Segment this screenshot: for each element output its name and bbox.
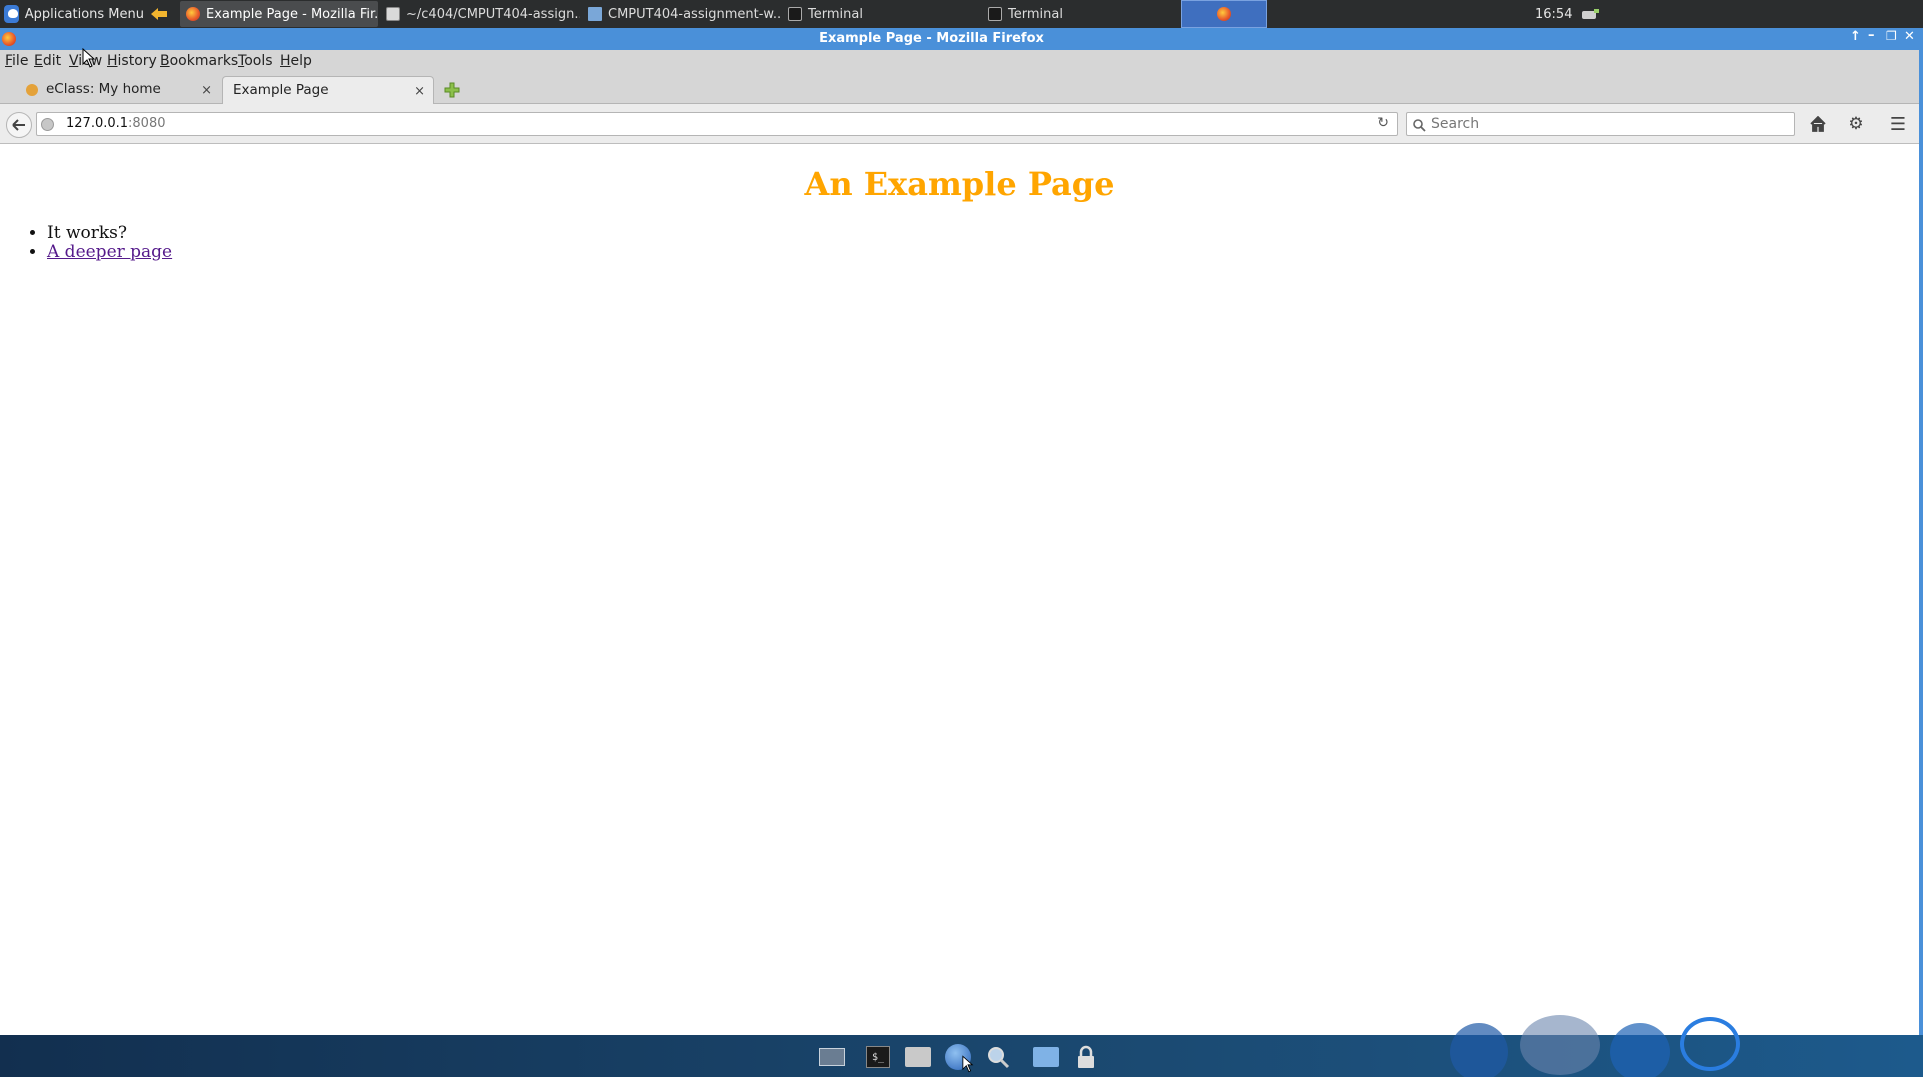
menu-bar: File Edit View History Bookmarks Tools H…	[0, 48, 1923, 72]
home-icon[interactable]	[1808, 114, 1828, 134]
workspace-switcher[interactable]	[1181, 0, 1267, 28]
menu-edit[interactable]: Edit	[34, 53, 61, 69]
hamburger-menu-icon[interactable]: ☰	[1888, 114, 1908, 135]
url-port: :8080	[128, 116, 166, 131]
firefox-icon	[1217, 7, 1231, 21]
gear-icon[interactable]: ⚙	[1846, 114, 1866, 134]
task-label: CMPUT404-assignment-w...	[608, 6, 780, 22]
bottom-dock: $_	[0, 1015, 1923, 1077]
url-bar[interactable]: 127.0.0.1:8080 ↻	[36, 112, 1398, 136]
task-text-editor[interactable]: ~/c404/CMPUT404-assign...	[380, 1, 580, 27]
navigation-bar: 127.0.0.1:8080 ↻ Search ⚙ ☰	[0, 104, 1923, 144]
terminal-icon[interactable]: $_	[864, 1043, 892, 1071]
page-content: An Example Page It works? A deeper page	[0, 145, 1919, 1035]
search-bar[interactable]: Search	[1406, 112, 1795, 136]
tab-example-page[interactable]: Example Page ×	[222, 76, 434, 104]
tab-label: Example Page	[233, 82, 329, 98]
menu-bookmarks[interactable]: Bookmarks	[160, 53, 238, 69]
tab-label: eClass: My home	[46, 81, 161, 97]
task-label: Example Page - Mozilla Fir...	[206, 6, 378, 22]
firefox-icon	[186, 7, 200, 21]
search-placeholder: Search	[1431, 116, 1480, 132]
task-file-manager[interactable]: CMPUT404-assignment-w...	[582, 1, 780, 27]
site-identity-icon[interactable]	[41, 118, 54, 131]
minimize-icon[interactable]: –	[1868, 28, 1875, 43]
page-list: It works? A deeper page	[47, 224, 172, 262]
app-finder-icon[interactable]	[984, 1043, 1012, 1071]
restore-icon[interactable]: ❐	[1886, 29, 1897, 43]
folder-icon	[588, 7, 602, 21]
wallpaper-circle	[1680, 1017, 1740, 1071]
back-arrow-icon[interactable]	[148, 0, 170, 28]
menu-file[interactable]: File	[5, 53, 28, 69]
mouse-cursor-icon	[82, 48, 96, 68]
back-arrow-icon	[12, 119, 25, 131]
wallpaper-circle	[1450, 1023, 1508, 1077]
terminal-icon	[788, 7, 802, 21]
folder-icon[interactable]	[1032, 1043, 1060, 1071]
back-button[interactable]	[6, 112, 32, 138]
applications-menu-button[interactable]: Applications Menu	[4, 0, 144, 28]
network-icon[interactable]	[1580, 0, 1604, 28]
close-icon[interactable]: ✕	[1904, 29, 1915, 44]
new-tab-icon[interactable]	[444, 82, 460, 98]
mouse-cursor-icon	[962, 1055, 974, 1073]
list-item-link: A deeper page	[47, 243, 172, 262]
xfce-logo-icon	[4, 5, 19, 23]
text-editor-icon	[386, 7, 400, 21]
menu-help[interactable]: Help	[280, 53, 312, 69]
maximize-up-icon[interactable]: ↑	[1850, 29, 1861, 44]
task-firefox[interactable]: Example Page - Mozilla Fir...	[180, 1, 378, 27]
home-folder-icon[interactable]	[904, 1043, 932, 1071]
task-label: ~/c404/CMPUT404-assign...	[406, 6, 580, 22]
applications-menu-label: Applications Menu	[24, 6, 144, 22]
eclass-favicon-icon	[26, 84, 38, 96]
lock-screen-icon[interactable]	[1072, 1043, 1100, 1071]
list-item: It works?	[47, 224, 172, 243]
window-title: Example Page - Mozilla Firefox	[819, 31, 1044, 46]
tab-eclass[interactable]: eClass: My home ×	[22, 76, 220, 104]
terminal-icon	[988, 7, 1002, 21]
desktop-screen: Applications Menu Example Page - Mozilla…	[0, 0, 1923, 1077]
window-titlebar[interactable]: Example Page - Mozilla Firefox ↑ – ❐ ✕	[0, 28, 1923, 50]
task-terminal-2[interactable]: Terminal	[982, 1, 1180, 27]
reload-icon[interactable]: ↻	[1377, 115, 1389, 131]
menu-history[interactable]: History	[107, 53, 157, 69]
top-panel: Applications Menu Example Page - Mozilla…	[0, 0, 1923, 28]
show-desktop-icon[interactable]	[818, 1043, 846, 1071]
task-terminal-1[interactable]: Terminal	[782, 1, 980, 27]
tab-close-icon[interactable]: ×	[414, 84, 425, 99]
wallpaper-circle	[1610, 1023, 1670, 1077]
url-host: 127.0.0.1	[66, 116, 129, 131]
task-label: Terminal	[1008, 6, 1063, 22]
search-icon	[1413, 119, 1426, 132]
menu-tools[interactable]: Tools	[238, 53, 273, 69]
tab-strip: eClass: My home × Example Page ×	[0, 72, 1923, 104]
wallpaper-circle	[1520, 1015, 1600, 1075]
window-border	[1919, 28, 1923, 1035]
page-heading: An Example Page	[804, 165, 1115, 203]
task-label: Terminal	[808, 6, 863, 22]
tab-close-icon[interactable]: ×	[201, 83, 212, 98]
deeper-page-link[interactable]: A deeper page	[47, 242, 172, 262]
